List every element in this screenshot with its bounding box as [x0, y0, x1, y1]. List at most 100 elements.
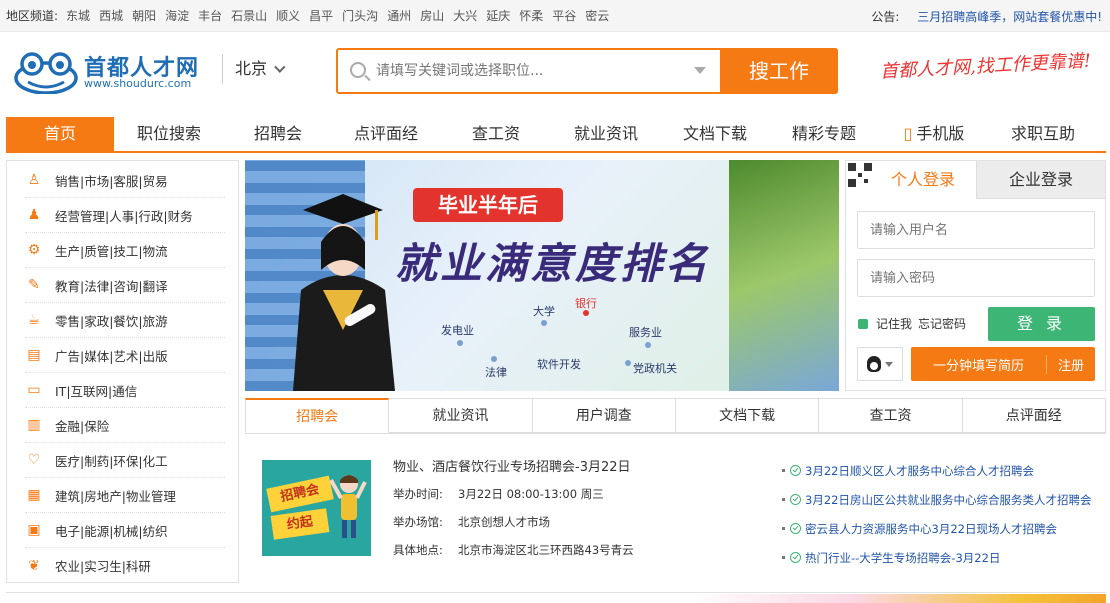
notice-label: 公告:	[871, 10, 900, 24]
hero-banner[interactable]: 毕业半年后 就业满意度排名 发电业 大学 银行 服务业 法律 软件开发 党政机关	[245, 160, 839, 391]
quick-resume-button[interactable]: 一分钟填写简历	[911, 354, 1047, 374]
chevron-down-icon	[885, 361, 893, 367]
fair-image-text: 约起	[270, 508, 330, 540]
category-item[interactable]: ⚙ 生产|质管|技工|物流	[25, 233, 225, 268]
nav-salary[interactable]: 查工资	[440, 117, 552, 151]
district-link-fengtai[interactable]: 丰台	[198, 7, 222, 24]
district-link-chaoyang[interactable]: 朝阳	[132, 7, 156, 24]
fair-link[interactable]: 密云县人力资源服务中心3月22日现场人才招聘会	[782, 514, 1102, 543]
category-item[interactable]: ▦ 建筑|房地产|物业管理	[25, 478, 225, 513]
city-selector[interactable]: 北京	[222, 54, 286, 84]
qr-code-icon[interactable]	[848, 163, 872, 187]
nav-help[interactable]: 求职互助	[990, 117, 1096, 151]
nav-reviews[interactable]: 点评面经	[332, 117, 440, 151]
category-item[interactable]: ▤ 广告|媒体|艺术|出版	[25, 338, 225, 373]
district-link-pinggu[interactable]: 平谷	[552, 7, 576, 24]
logo-url: www.shoudurc.com	[84, 77, 192, 90]
search-input[interactable]	[376, 58, 676, 84]
banner-dot	[625, 360, 631, 366]
fair-address-label: 具体地点:	[393, 543, 443, 557]
notice-link[interactable]: 三月招聘高峰季，网站套餐优惠中!	[917, 10, 1102, 24]
remember-label[interactable]: 记住我	[876, 315, 912, 332]
clock-icon	[790, 494, 801, 505]
district-link-yanqing[interactable]: 延庆	[486, 7, 510, 24]
fair-image-text: 招聘会	[266, 475, 334, 513]
fair-title-link[interactable]: 物业、酒店餐饮行业专场招聘会-3月22日	[393, 456, 773, 476]
fair-venue-label: 举办场馆:	[393, 515, 443, 529]
search-jobs-button[interactable]: 搜工作	[720, 48, 838, 94]
category-item[interactable]: ▣ 电子|能源|机械|纺织	[25, 513, 225, 548]
category-item[interactable]: ▭ IT|互联网|通信	[25, 373, 225, 408]
district-link-xicheng[interactable]: 西城	[99, 7, 123, 24]
fair-link[interactable]: 3月22日房山区公共就业服务中心综合服务类人才招聘会	[782, 485, 1102, 514]
job-fair-image[interactable]: 招聘会 约起	[262, 460, 371, 556]
banner-dot	[583, 310, 589, 316]
category-item[interactable]: ♙ 销售|市场|客服|贸易	[25, 163, 225, 198]
forgot-password-link[interactable]: 忘记密码	[918, 315, 966, 332]
fair-link[interactable]: 3月22日顺义区人才服务中心综合人才招聘会	[782, 456, 1102, 485]
tab-reviews[interactable]: 点评面经	[962, 398, 1106, 433]
banner-ribbon: 毕业半年后	[413, 188, 563, 222]
district-link-miyun[interactable]: 密云	[585, 7, 609, 24]
nav-job-fair[interactable]: 招聘会	[224, 117, 332, 151]
category-item[interactable]: ☕ 零售|家政|餐饮|旅游	[25, 303, 225, 338]
district-link-haidian[interactable]: 海淀	[165, 7, 189, 24]
district-link-shijingshan[interactable]: 石景山	[231, 7, 267, 24]
category-item[interactable]: ▥ 金融|保险	[25, 408, 225, 443]
site-logo[interactable]: 首都人才网 www.shoudurc.com	[14, 50, 214, 96]
clock-icon	[790, 465, 801, 476]
chip-icon: ▣	[27, 522, 41, 538]
district-link-daxing[interactable]: 大兴	[453, 7, 477, 24]
category-item[interactable]: ♟ 经营管理|人事|行政|财务	[25, 198, 225, 233]
qq-login-dropdown[interactable]	[857, 347, 903, 381]
bar-chart-icon: ▥	[27, 417, 41, 433]
banner-dot	[457, 340, 463, 346]
nav-topics[interactable]: 精彩专题	[770, 117, 878, 151]
district-link-mentougou[interactable]: 门头沟	[342, 7, 378, 24]
district-link-fangshan[interactable]: 房山	[420, 7, 444, 24]
fair-time-label: 举办时间:	[393, 487, 443, 501]
banner-tag: 法律	[485, 366, 507, 379]
cup-icon: ☕	[27, 312, 41, 328]
district-link-changping[interactable]: 昌平	[309, 7, 333, 24]
district-link-huairou[interactable]: 怀柔	[519, 7, 543, 24]
login-button[interactable]: 登 录	[988, 307, 1095, 341]
tab-news[interactable]: 就业资讯	[389, 398, 533, 433]
bullet	[782, 498, 785, 501]
banner-tag: 大学	[533, 305, 555, 318]
nav-mobile[interactable]: ▯ 手机版	[878, 117, 990, 151]
qq-penguin-icon	[867, 356, 881, 372]
category-panel: ♙ 销售|市场|客服|贸易 ♟ 经营管理|人事|行政|财务 ⚙ 生产|质管|技工|物流…	[6, 160, 239, 583]
region-label: 地区频道:	[6, 9, 59, 23]
nav-job-search[interactable]: 职位搜索	[114, 117, 224, 151]
tab-downloads[interactable]: 文档下载	[675, 398, 820, 433]
tab-company-login[interactable]: 企业登录	[976, 161, 1105, 199]
leaf-icon: ❦	[28, 557, 40, 574]
tab-job-fair[interactable]: 招聘会	[245, 398, 390, 433]
username-input[interactable]	[857, 211, 1095, 249]
district-link-tongzhou[interactable]: 通州	[387, 7, 411, 24]
tab-salary[interactable]: 查工资	[819, 398, 963, 433]
fair-venue-row: 举办场馆: 北京创想人才市场	[393, 514, 773, 532]
register-button[interactable]: 注册	[1047, 355, 1095, 374]
fair-time-value: 3月22日 08:00-13:00 周三	[458, 487, 604, 501]
remember-checkbox[interactable]	[858, 318, 868, 329]
tab-survey[interactable]: 用户调查	[532, 398, 676, 433]
city-label: 北京	[235, 59, 268, 78]
password-input[interactable]	[857, 259, 1095, 297]
nav-home[interactable]: 首页	[6, 117, 114, 151]
district-link-dongcheng[interactable]: 东城	[66, 7, 90, 24]
category-item[interactable]: ♡ 医疗|制药|环保|化工	[25, 443, 225, 478]
person-icon: ♟	[27, 207, 41, 223]
monitor-icon: ▭	[27, 382, 41, 398]
fair-link[interactable]: 热门行业--大学生专场招聘会-3月22日	[782, 543, 1102, 572]
banner-dot	[645, 342, 651, 348]
district-link-shunyi[interactable]: 顺义	[276, 7, 300, 24]
category-item[interactable]: ❦ 农业|实习生|科研	[25, 548, 225, 583]
category-dropdown-icon[interactable]	[694, 67, 706, 74]
nav-downloads[interactable]: 文档下载	[660, 117, 770, 151]
nav-news[interactable]: 就业资讯	[552, 117, 660, 151]
slogan: 首都人才网,找工作更靠谱!	[879, 50, 1092, 83]
graduate-image	[293, 194, 395, 391]
category-item[interactable]: ✎ 教育|法律|咨询|翻译	[25, 268, 225, 303]
